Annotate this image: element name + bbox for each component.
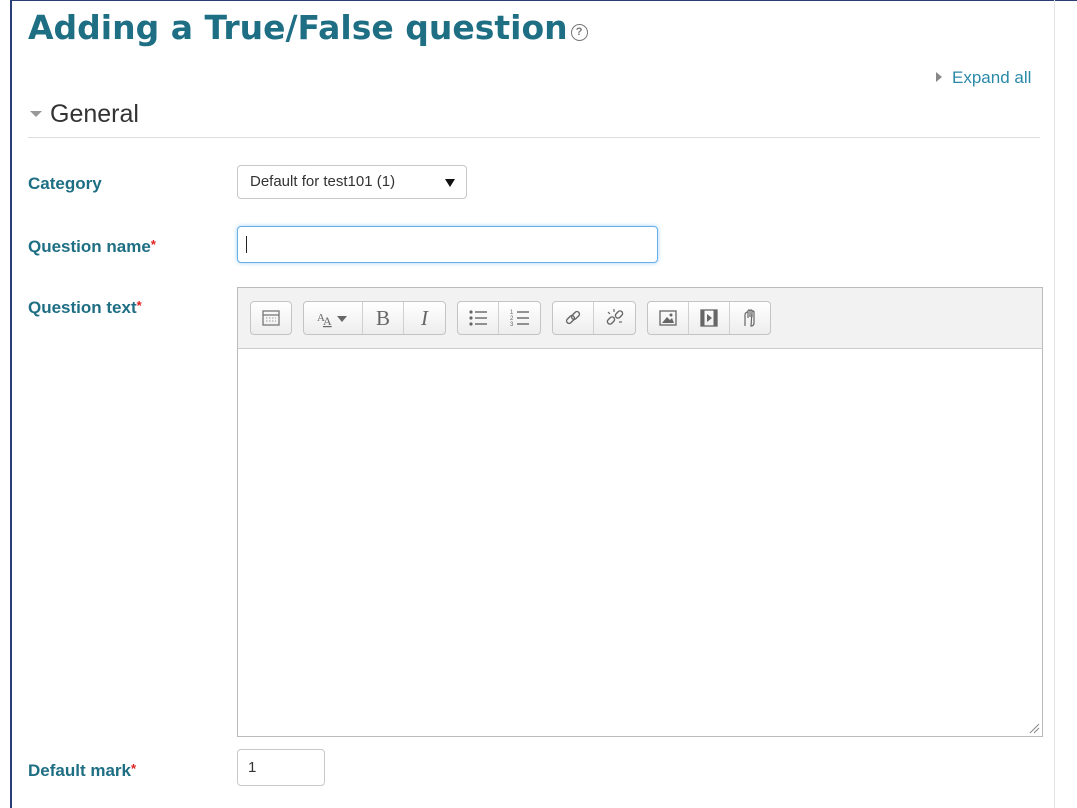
question-name-label: Question name*	[28, 234, 156, 258]
italic-button[interactable]: I	[404, 302, 445, 334]
category-label-text: Category	[28, 174, 102, 193]
italic-icon: I	[421, 305, 428, 330]
unlink-icon	[606, 309, 623, 325]
required-marker: *	[150, 237, 156, 252]
toolbar-group-media	[647, 301, 771, 335]
default-mark-value: 1	[248, 759, 257, 776]
file-manage-icon	[744, 309, 755, 327]
default-mark-label: Default mark*	[28, 758, 136, 782]
image-icon	[659, 310, 677, 326]
editor-toolbar: A A B I 1 2 3	[238, 288, 1042, 349]
manage-files-button[interactable]	[730, 302, 770, 334]
expand-triangle-icon	[936, 72, 942, 82]
bold-button[interactable]: B	[363, 302, 404, 334]
link-button[interactable]	[553, 302, 594, 334]
category-label: Category	[28, 173, 102, 195]
question-name-label-text: Question name	[28, 237, 151, 256]
expand-all-label: Expand all	[952, 68, 1032, 87]
required-marker: *	[130, 761, 137, 776]
category-select[interactable]: Default for test101 (1)	[237, 165, 467, 199]
toolbar-group-toggle	[250, 301, 292, 335]
toolbar-group-lists: 1 2 3	[457, 301, 541, 335]
text-caret	[246, 236, 247, 253]
dropdown-arrow-icon	[445, 179, 455, 187]
question-text-editor: A A B I 1 2 3	[237, 287, 1043, 737]
ordered-list-button[interactable]: 1 2 3	[499, 302, 540, 334]
unordered-list-icon	[469, 310, 487, 326]
resize-handle-icon[interactable]	[1028, 722, 1040, 734]
media-icon	[700, 309, 718, 327]
collapse-triangle-icon	[30, 111, 42, 117]
page-frame-left-border	[10, 0, 12, 808]
svg-text:3: 3	[510, 322, 514, 328]
media-button[interactable]	[689, 302, 730, 334]
unordered-list-button[interactable]	[458, 302, 499, 334]
question-name-input[interactable]	[237, 226, 658, 263]
page-frame-top-border	[10, 0, 1077, 1]
toolbar-group-formatting: A A B I	[303, 301, 446, 335]
ordered-list-icon: 1 2 3	[510, 310, 529, 328]
question-text-label: Question text*	[28, 295, 142, 319]
help-circle-icon[interactable]: ?	[570, 24, 588, 41]
question-text-label-text: Question text	[28, 298, 137, 317]
link-icon	[565, 310, 581, 325]
section-general-title: General	[50, 100, 139, 128]
question-text-content-area[interactable]	[238, 349, 1042, 736]
unlink-button[interactable]	[594, 302, 635, 334]
image-button[interactable]	[648, 302, 689, 334]
toolbar-group-links	[552, 301, 636, 335]
section-divider	[28, 137, 1040, 138]
category-select-value: Default for test101 (1)	[250, 173, 396, 190]
bold-icon: B	[375, 305, 390, 330]
toolbar-toggle-button[interactable]	[251, 302, 291, 334]
page-title: Adding a True/False question	[28, 8, 568, 47]
text-style-button[interactable]: A A	[304, 302, 363, 334]
default-mark-input[interactable]: 1	[237, 749, 325, 786]
expand-all-link[interactable]: Expand all	[936, 67, 1031, 89]
required-marker: *	[136, 298, 142, 313]
toolbar-toggle-icon	[262, 310, 280, 326]
page-title-heading: Adding a True/False question?	[28, 6, 588, 50]
default-mark-label-text: Default mark	[28, 761, 131, 780]
svg-text:A: A	[323, 314, 332, 328]
page-frame-right-border	[1054, 0, 1055, 808]
text-style-icon: A A	[317, 312, 347, 328]
section-general-toggle[interactable]: General	[30, 98, 139, 130]
